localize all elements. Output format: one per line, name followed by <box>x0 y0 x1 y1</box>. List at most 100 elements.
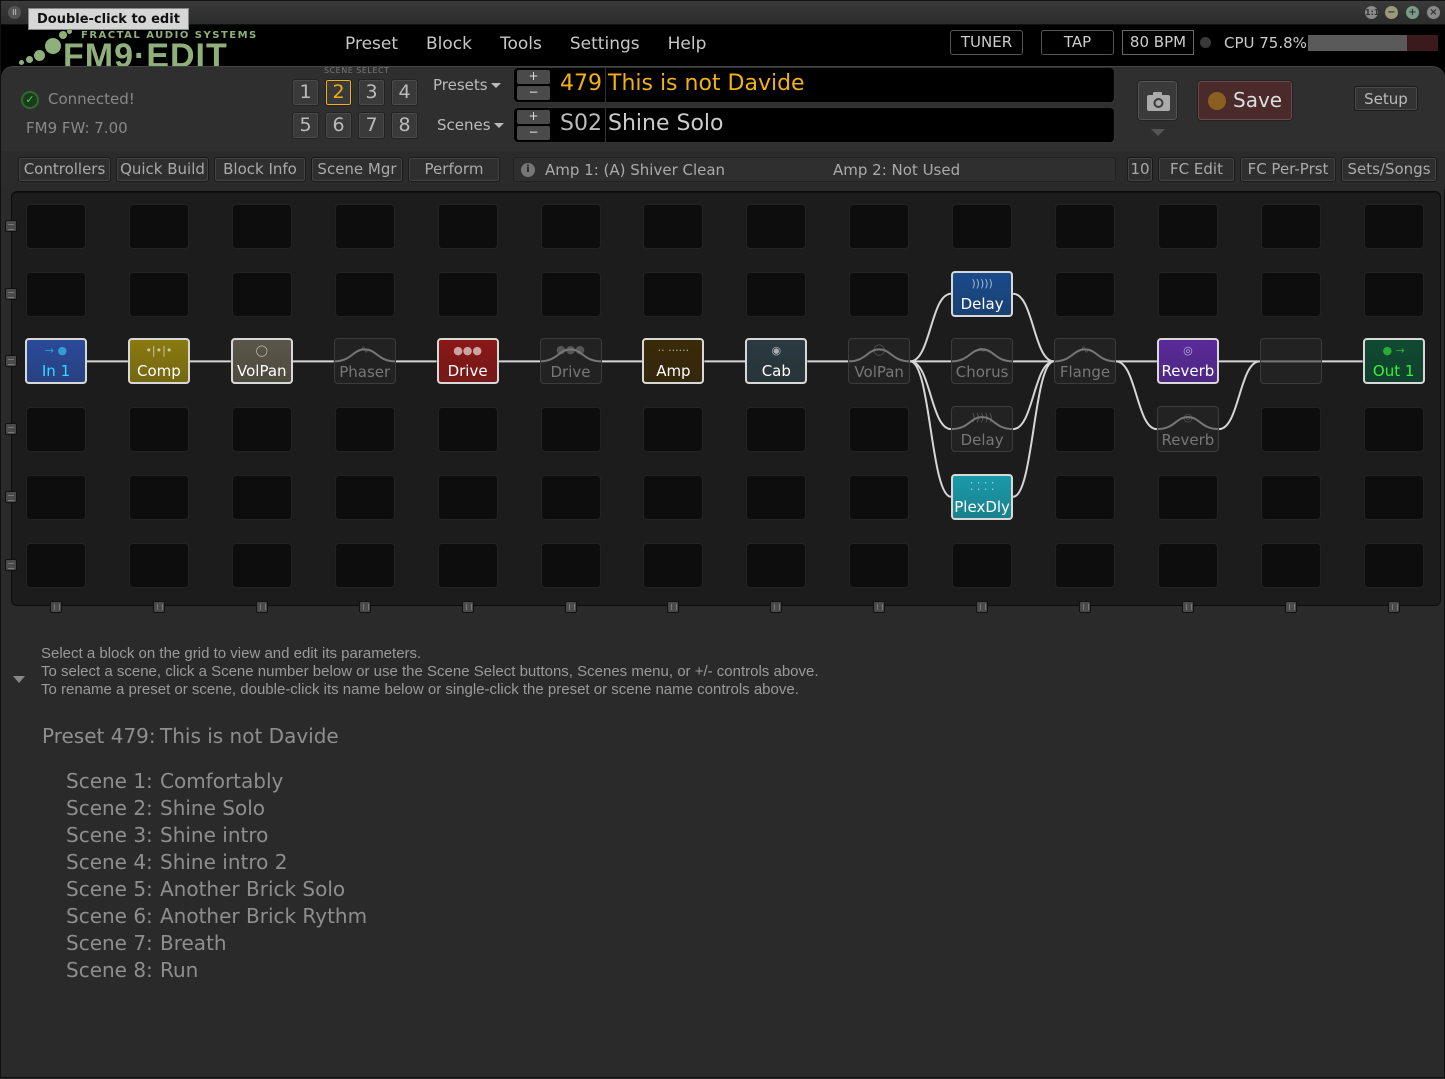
snapshot-dropdown-icon[interactable] <box>1151 129 1165 136</box>
grid-cell-empty[interactable] <box>1260 407 1321 453</box>
scene-button-3[interactable]: 3 <box>358 79 385 106</box>
row-handle[interactable] <box>5 355 17 368</box>
preset-summary-name[interactable]: This is not Davide <box>160 724 339 748</box>
scene-summary-name[interactable]: Shine intro 2 <box>160 850 287 874</box>
grid-cell-empty[interactable] <box>540 407 601 453</box>
column-handle[interactable] <box>461 601 474 613</box>
grid-cell-empty[interactable] <box>437 407 498 453</box>
grid-cell-empty[interactable] <box>334 204 395 249</box>
scene-summary-name[interactable]: Comfortably <box>160 769 283 793</box>
grid-cell-empty[interactable] <box>1363 474 1424 520</box>
setup-button[interactable]: Setup <box>1354 86 1418 111</box>
grid-cell-empty[interactable] <box>643 474 704 520</box>
row-handle[interactable] <box>5 287 17 300</box>
grid-cell-empty[interactable] <box>128 271 189 317</box>
scene-summary-row[interactable]: Scene 1: Comfortably <box>66 769 283 793</box>
pause-icon[interactable]: II <box>8 6 21 19</box>
block-reverb[interactable]: ◎ Reverb <box>1156 406 1219 453</box>
maximize-window-icon[interactable]: + <box>1406 6 1419 19</box>
grid-cell-empty[interactable] <box>746 271 807 317</box>
scene-summary-row[interactable]: Scene 8: Run <box>66 958 198 982</box>
grid-cell-empty[interactable] <box>1363 407 1424 453</box>
scene-summary-row[interactable]: Scene 4: Shine intro 2 <box>66 850 287 874</box>
grid-cell-empty[interactable] <box>231 474 292 520</box>
restore-window-icon[interactable]: 1:1 <box>1365 6 1379 19</box>
column-handle[interactable] <box>255 601 268 613</box>
tab-controllers[interactable]: Controllers <box>18 157 111 182</box>
column-handle[interactable] <box>976 601 989 613</box>
snapshot-button[interactable] <box>1137 80 1178 121</box>
save-button[interactable]: Save <box>1197 80 1293 121</box>
block-plexdly[interactable]: ⁚ ⁚ ⁚ ⁚ PlexDly <box>951 473 1014 520</box>
column-handle[interactable] <box>358 601 371 613</box>
menu-help[interactable]: Help <box>654 33 721 55</box>
presets-menu[interactable]: Presets <box>433 76 501 94</box>
grid-cell-empty[interactable] <box>128 474 189 520</box>
grid-cell-empty[interactable] <box>643 542 704 588</box>
scene-summary-row[interactable]: Scene 7: Breath <box>66 931 227 955</box>
grid-cell-empty[interactable] <box>231 204 292 249</box>
menu-settings[interactable]: Settings <box>556 33 654 55</box>
title-bar[interactable]: II Double-click to edit 1:1 − + × <box>1 1 1445 30</box>
scene-increment-button[interactable]: + <box>517 110 550 124</box>
scene-summary-name[interactable]: Shine Solo <box>160 796 265 820</box>
tab-quick-build[interactable]: Quick Build <box>116 157 209 182</box>
tab-block-info[interactable]: Block Info <box>214 157 306 182</box>
grid-cell-empty[interactable] <box>128 204 189 249</box>
block-chorus[interactable]: ≈ Chorus <box>951 338 1014 385</box>
block-out-1[interactable]: ● → Out 1 <box>1362 338 1425 385</box>
grid-cell-empty[interactable] <box>231 407 292 453</box>
grid-cell-empty[interactable] <box>1055 407 1115 453</box>
block-volpan[interactable]: ◯ VolPan <box>848 338 911 385</box>
grid-cell-empty[interactable] <box>437 271 498 317</box>
column-handle[interactable] <box>1387 601 1400 613</box>
grid-cell-empty[interactable] <box>746 407 807 453</box>
scene-button-7[interactable]: 7 <box>358 112 385 139</box>
block-volpan[interactable]: ◯ VolPan <box>230 338 293 385</box>
grid-cell-empty[interactable] <box>1363 542 1424 588</box>
scene-button-2[interactable]: 2 <box>325 79 352 106</box>
grid-cell-empty[interactable] <box>849 474 910 520</box>
grid-cell-empty[interactable] <box>1055 542 1115 588</box>
tuner-button[interactable]: TUNER <box>950 30 1023 55</box>
grid-cell-empty[interactable] <box>1363 271 1424 317</box>
preset-name-control[interactable]: + − 479 This is not Davide <box>513 67 1115 103</box>
column-handle[interactable] <box>152 601 165 613</box>
grid-cell-empty[interactable] <box>849 407 910 453</box>
grid-cell-empty[interactable] <box>1260 542 1321 588</box>
tab-perform[interactable]: Perform <box>408 157 500 182</box>
grid-cell-empty[interactable] <box>540 271 601 317</box>
tab-scene-mgr[interactable]: Scene Mgr <box>311 157 403 182</box>
grid-cell-empty[interactable] <box>849 204 910 249</box>
grid-cell-empty[interactable] <box>540 542 601 588</box>
close-window-icon[interactable]: × <box>1427 6 1440 19</box>
scene-button-5[interactable]: 5 <box>292 112 319 139</box>
tab-sets-songs[interactable]: Sets/Songs <box>1341 157 1437 182</box>
preset-decrement-button[interactable]: − <box>517 86 550 100</box>
column-handle[interactable] <box>1181 601 1194 613</box>
scene-name[interactable]: Shine Solo <box>608 111 724 136</box>
grid-cell-empty[interactable] <box>128 542 189 588</box>
block-drive[interactable]: ●●● Drive <box>539 338 602 385</box>
grid-cell-empty[interactable] <box>1157 542 1218 588</box>
grid-cell-empty[interactable] <box>26 271 86 317</box>
grid-cell-empty[interactable] <box>1363 204 1424 249</box>
bpm-display[interactable]: 80 BPM <box>1122 30 1194 55</box>
preset-summary[interactable]: Preset 479: This is not Davide <box>42 724 339 748</box>
minimize-window-icon[interactable]: − <box>1385 6 1398 19</box>
menu-preset[interactable]: Preset <box>331 33 412 55</box>
grid-cell-empty[interactable] <box>643 407 704 453</box>
grid-cell-empty[interactable] <box>1157 204 1218 249</box>
grid-cell-empty[interactable] <box>1055 204 1115 249</box>
scene-name-control[interactable]: + − S02 Shine Solo <box>513 107 1115 143</box>
grid-cell-empty[interactable] <box>334 271 395 317</box>
info-icon[interactable]: i <box>521 163 535 177</box>
row-handle[interactable] <box>5 490 17 503</box>
block-in-1[interactable]: → ● In 1 <box>25 338 87 385</box>
grid-cell-empty[interactable] <box>1260 204 1321 249</box>
block-delay[interactable]: ))))) Delay <box>951 270 1014 317</box>
scene-summary-row[interactable]: Scene 2: Shine Solo <box>66 796 265 820</box>
grid-cell-empty[interactable] <box>1157 271 1218 317</box>
grid-cell-empty[interactable] <box>1055 271 1115 317</box>
block-drive[interactable]: ●●● Drive <box>436 338 499 385</box>
